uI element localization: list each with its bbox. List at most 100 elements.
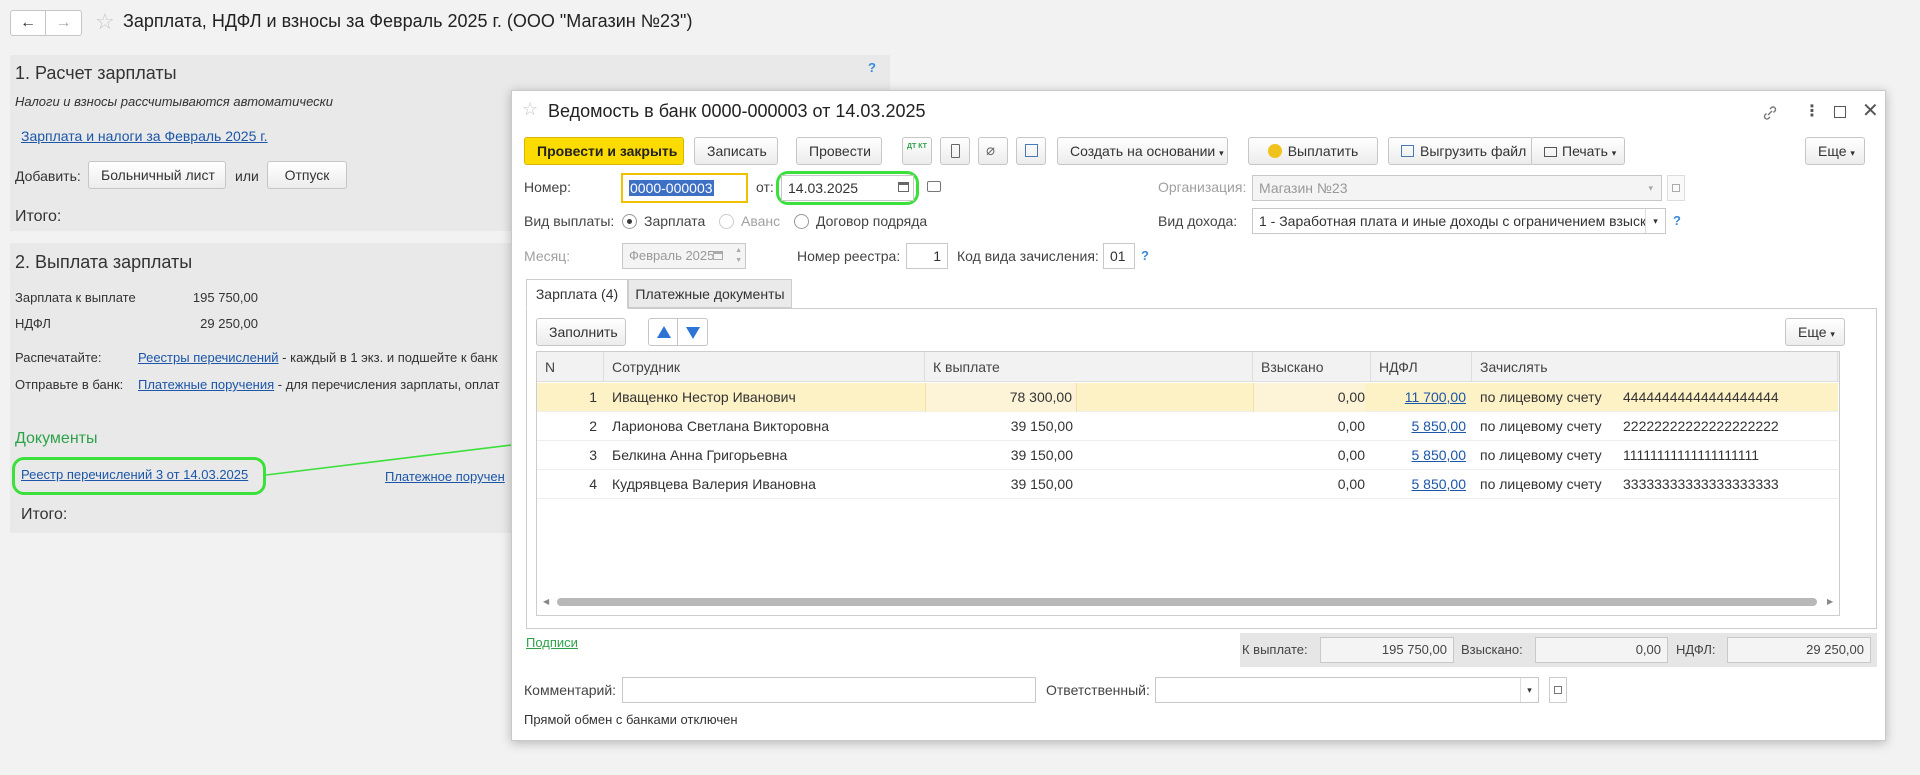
open-responsible-button[interactable] — [1549, 677, 1567, 703]
arrow-up-icon — [657, 326, 671, 338]
row-account: 44444444444444444444 — [1623, 389, 1779, 405]
row-ndfl: 5 850,00 — [1371, 412, 1467, 441]
totals-collected-field: 0,00 — [1535, 637, 1668, 663]
fill-button[interactable]: Заполнить — [536, 318, 626, 346]
payment-type-label: Вид выплаты: — [524, 213, 615, 229]
scroll-right-icon[interactable]: ▶ — [1827, 597, 1833, 606]
connector-arrow — [265, 439, 524, 476]
move-up-button[interactable] — [648, 318, 678, 346]
totals-ndfl-label: НДФЛ: — [1676, 642, 1716, 657]
radio-advance[interactable] — [719, 214, 734, 229]
income-type-field[interactable]: 1 - Заработная плата и иные доходы с огр… — [1252, 208, 1666, 234]
row-ndfl: 11 700,00 — [1371, 383, 1466, 412]
structure-icon — [1025, 144, 1038, 157]
chevron-down-icon: ▾ — [1645, 209, 1665, 233]
number-field[interactable]: 0000-000003 — [621, 173, 748, 203]
horizontal-scrollbar[interactable] — [557, 598, 1817, 606]
tab-salary[interactable]: Зарплата (4) — [526, 279, 628, 309]
dialog-favorite-icon[interactable]: ☆ — [522, 99, 538, 120]
coin-icon — [1267, 144, 1282, 158]
credit-code-field[interactable]: 01 — [1103, 243, 1135, 269]
registry-number-label: Номер реестра: — [797, 248, 901, 264]
totals-pay-label: К выплате: — [1242, 642, 1308, 657]
row-collected: 0,00 — [1337, 447, 1365, 463]
row-pay: 39 150,00 — [1010, 447, 1073, 463]
row-pay: 39 150,00 — [1010, 418, 1073, 434]
signatures-link[interactable]: Подписи — [526, 635, 578, 650]
structure-button[interactable] — [1016, 137, 1046, 165]
row-credit: по лицевому счету — [1480, 447, 1602, 463]
row-n: 4 — [589, 476, 597, 492]
row-employee: Иващенко Нестор Иванович — [612, 389, 796, 405]
col-pay[interactable]: К выплате — [925, 352, 1253, 382]
responsible-label: Ответственный: — [1046, 682, 1150, 698]
chevron-down-icon: ▾ — [1219, 148, 1224, 158]
pay-button[interactable]: Выплатить — [1248, 137, 1378, 165]
responsible-field[interactable]: ▾ — [1155, 677, 1539, 703]
tab-panel: Заполнить Еще ▾ N Сотрудник К выплате Вз… — [526, 308, 1877, 629]
upload-file-button[interactable]: Выгрузить файл — [1388, 137, 1534, 165]
row-ndfl: 5 850,00 — [1371, 441, 1467, 470]
col-n[interactable]: N — [537, 352, 604, 382]
print-button[interactable]: Печать ▾ — [1531, 137, 1625, 165]
table-row[interactable]: 3 Белкина Анна Григорьевна 39 150,00 0,0… — [537, 441, 1838, 470]
radio-contract[interactable] — [794, 214, 809, 229]
table-row[interactable]: 4 Кудрявцева Валерия Ивановна 39 150,00 … — [537, 470, 1838, 499]
col-collected[interactable]: Взыскано — [1253, 352, 1371, 382]
radio-contract-label[interactable]: Договор подряда — [816, 213, 927, 229]
help-icon[interactable]: ? — [868, 60, 876, 75]
table-row[interactable]: 1 Иващенко Нестор Иванович 78 300,00 0,0… — [537, 383, 1838, 412]
ndfl-link[interactable]: 5 850,00 — [1412, 418, 1467, 434]
table-row[interactable]: 2 Ларионова Светлана Викторовна 39 150,0… — [537, 412, 1838, 441]
move-down-button[interactable] — [678, 318, 708, 346]
calendar-icon — [898, 182, 909, 192]
number-value: 0000-000003 — [629, 180, 714, 196]
open-organization-button[interactable] — [1667, 175, 1685, 201]
radio-salary[interactable] — [622, 214, 637, 229]
post-and-close-button[interactable]: Провести и закрыть — [524, 137, 684, 165]
credit-code-help-icon[interactable]: ? — [1141, 248, 1149, 263]
row-employee: Кудрявцева Валерия Ивановна — [612, 476, 816, 492]
date-field[interactable]: 14.03.2025 — [781, 175, 914, 201]
table-more-button[interactable]: Еще ▾ — [1785, 318, 1845, 346]
col-credit[interactable]: Зачислять — [1472, 352, 1838, 382]
dialog-title: Ведомость в банк 0000-000003 от 14.03.20… — [548, 101, 926, 121]
ndfl-link[interactable]: 5 850,00 — [1412, 447, 1467, 463]
chevron-down-icon: ▾ — [1830, 329, 1835, 339]
registry-number-field[interactable]: 1 — [906, 243, 948, 269]
chevron-down-icon: ▾ — [1520, 678, 1538, 702]
income-help-icon[interactable]: ? — [1673, 213, 1681, 228]
comment-field[interactable] — [622, 677, 1036, 703]
radio-salary-label[interactable]: Зарплата — [644, 213, 705, 229]
create-based-on-button[interactable]: Создать на основании ▾ — [1057, 137, 1228, 165]
credit-code-label: Код вида зачисления: — [957, 248, 1099, 264]
chevron-down-icon: ▾ — [1648, 183, 1653, 193]
calendar-icon — [713, 251, 723, 260]
ndfl-link[interactable]: 5 850,00 — [1412, 476, 1467, 492]
row-account: 22222222222222222222 — [1623, 418, 1779, 434]
arrow-down-icon — [686, 327, 700, 339]
link-icon[interactable] — [1762, 105, 1778, 121]
organization-field[interactable]: Магазин №23 ▾ — [1252, 175, 1662, 201]
dt-kt-button[interactable]: ДТ КТ — [902, 137, 932, 165]
table-header: N Сотрудник К выплате Взыскано НДФЛ Зачи… — [537, 352, 1839, 382]
save-button[interactable]: Записать — [694, 137, 778, 165]
row-pay: 39 150,00 — [1010, 476, 1073, 492]
scroll-left-icon[interactable]: ◀ — [543, 597, 549, 606]
radio-advance-label[interactable]: Аванс — [741, 213, 780, 229]
list-button[interactable] — [940, 137, 970, 165]
attach-button[interactable]: ⌀ — [978, 137, 1008, 165]
post-button[interactable]: Провести — [796, 137, 882, 165]
ndfl-link[interactable]: 11 700,00 — [1405, 389, 1466, 405]
row-ndfl: 5 850,00 — [1371, 470, 1467, 499]
more-button[interactable]: Еще ▾ — [1805, 137, 1865, 165]
income-type-label: Вид дохода: — [1158, 213, 1238, 229]
tab-payment-docs[interactable]: Платежные документы — [628, 279, 792, 308]
maximize-icon[interactable] — [1834, 106, 1846, 118]
col-ndfl[interactable]: НДФЛ — [1371, 352, 1472, 382]
more-vert-icon[interactable]: ⋮ — [1804, 101, 1820, 121]
col-employee[interactable]: Сотрудник — [604, 352, 925, 382]
close-icon[interactable]: ✕ — [1862, 98, 1879, 123]
month-field[interactable]: Февраль 2025 ▲ ▼ — [622, 243, 746, 269]
comment-flag-icon[interactable] — [927, 181, 941, 192]
